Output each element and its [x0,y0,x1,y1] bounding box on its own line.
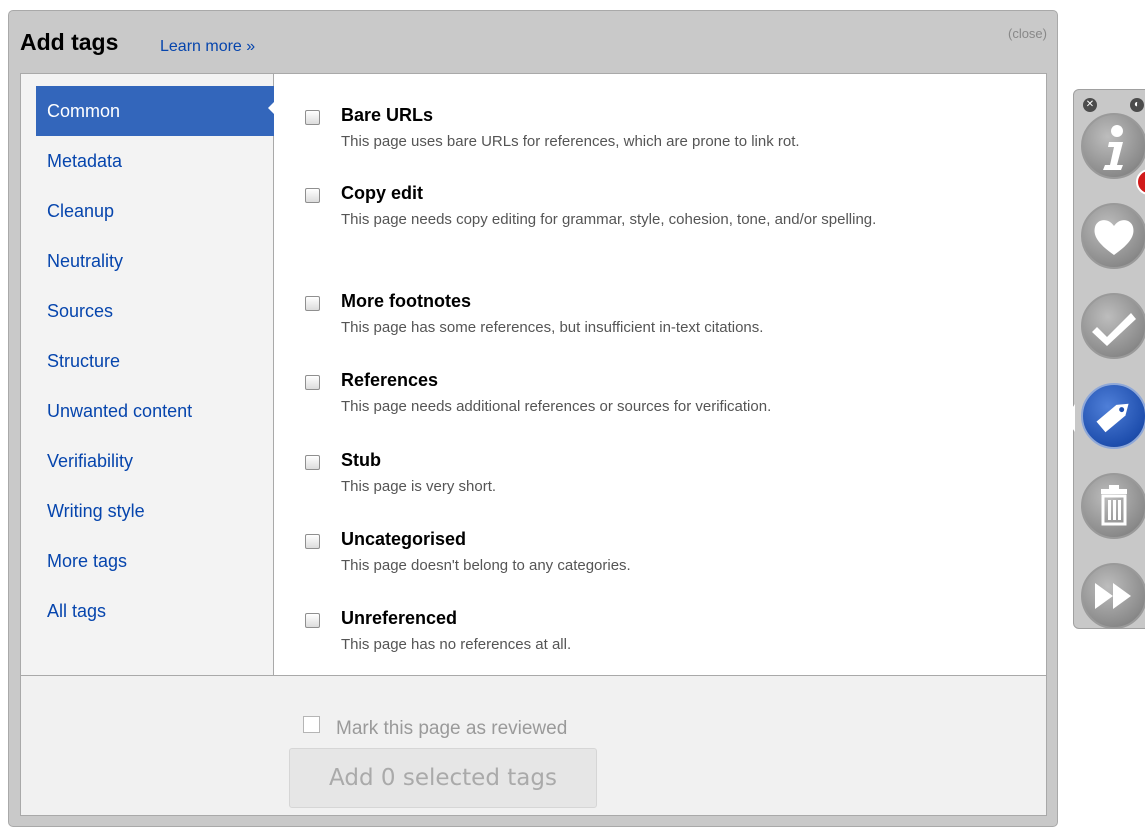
checkmark-icon [1092,313,1136,346]
tag-title[interactable]: Stub [341,450,381,471]
info-icon [1103,125,1123,170]
collapse-icon[interactable]: ◐ [1130,98,1144,112]
fast-forward-icon [1095,583,1131,609]
next-page-button[interactable] [1081,563,1145,629]
tag-checkbox[interactable] [305,455,320,470]
tag-checkbox[interactable] [305,534,320,549]
close-link[interactable]: (close) [1008,26,1047,41]
tag-title[interactable]: Copy edit [341,183,423,204]
sidebar-item-label: Sources [47,301,114,321]
sidebar-item-label: All tags [47,601,107,621]
tag-icon [1096,403,1129,433]
tag-description: This page uses bare URLs for references,… [341,133,800,150]
learn-more-link[interactable]: Learn more » [160,38,255,56]
sidebar-item-structure[interactable]: Structure [36,336,274,386]
tag-description: This page doesn't belong to any categori… [341,557,631,574]
sidebar-item-label: Writing style [47,501,145,521]
tag-title[interactable]: Uncategorised [341,529,466,550]
sidebar-item-sources[interactable]: Sources [36,286,274,336]
sidebar-item-writing-style[interactable]: Writing style [36,486,274,536]
sidebar-item-label: Structure [47,351,121,371]
tag-checkbox[interactable] [305,375,320,390]
trash-icon [1101,485,1127,526]
sidebar-item-metadata[interactable]: Metadata [36,136,274,186]
tag-checkbox[interactable] [305,110,320,125]
delete-button[interactable] [1081,473,1145,539]
sidebar-item-neutrality[interactable]: Neutrality [36,236,274,286]
tag-description: This page is very short. [341,478,497,495]
heart-button[interactable] [1081,203,1145,269]
tag-button[interactable] [1081,383,1145,449]
tag-checkbox[interactable] [305,296,320,311]
tag-category-sidebar: Common Metadata Cleanup Neutrality Sourc… [21,74,275,675]
sidebar-item-common[interactable]: Common [36,86,275,136]
info-button[interactable]: 1 [1081,113,1145,195]
mark-reviewed-label[interactable]: Mark this page as reviewed [336,718,567,740]
sidebar-item-cleanup[interactable]: Cleanup [36,186,274,236]
sidebar-item-verifiability[interactable]: Verifiability [36,436,274,486]
sidebar-item-label: Verifiability [47,451,134,471]
close-icon[interactable]: ✕ [1083,98,1097,112]
mark-reviewed-button[interactable] [1081,293,1145,359]
mark-reviewed-checkbox[interactable] [303,716,320,733]
sidebar-item-label: Neutrality [47,251,124,271]
add-tags-dialog: Add tags Learn more » (close) Common Met… [8,10,1058,827]
sidebar-item-label: Cleanup [47,201,115,221]
heart-icon [1094,220,1134,255]
tag-description: This page has some references, but insuf… [341,319,764,336]
sidebar-item-label: More tags [47,551,128,571]
page-curation-toolbar: ✕ ◐ 1 [1065,89,1145,629]
tag-title[interactable]: Bare URLs [341,105,433,126]
sidebar-item-label: Unwanted content [47,401,193,421]
active-pointer [1065,404,1075,432]
dialog-body: Common Metadata Cleanup Neutrality Sourc… [20,73,1047,676]
add-selected-tags-button[interactable]: Add 0 selected tags [289,748,597,808]
tag-checkbox[interactable] [305,613,320,628]
tag-title[interactable]: Unreferenced [341,608,457,629]
sidebar-item-label: Metadata [47,151,123,171]
tag-description: This page needs copy editing for grammar… [341,211,877,228]
tag-description: This page has no references at all. [341,636,572,653]
dialog-footer: Mark this page as reviewed Add 0 selecte… [20,675,1047,816]
sidebar-item-unwanted-content[interactable]: Unwanted content [36,386,274,436]
tag-checkbox[interactable] [305,188,320,203]
tag-description: This page needs additional references or… [341,398,772,415]
tag-title[interactable]: References [341,370,438,391]
sidebar-item-more-tags[interactable]: More tags [36,536,274,586]
sidebar-item-all-tags[interactable]: All tags [36,586,274,636]
tag-title[interactable]: More footnotes [341,291,471,312]
dialog-title: Add tags [20,29,119,55]
sidebar-item-label: Common [47,101,121,121]
